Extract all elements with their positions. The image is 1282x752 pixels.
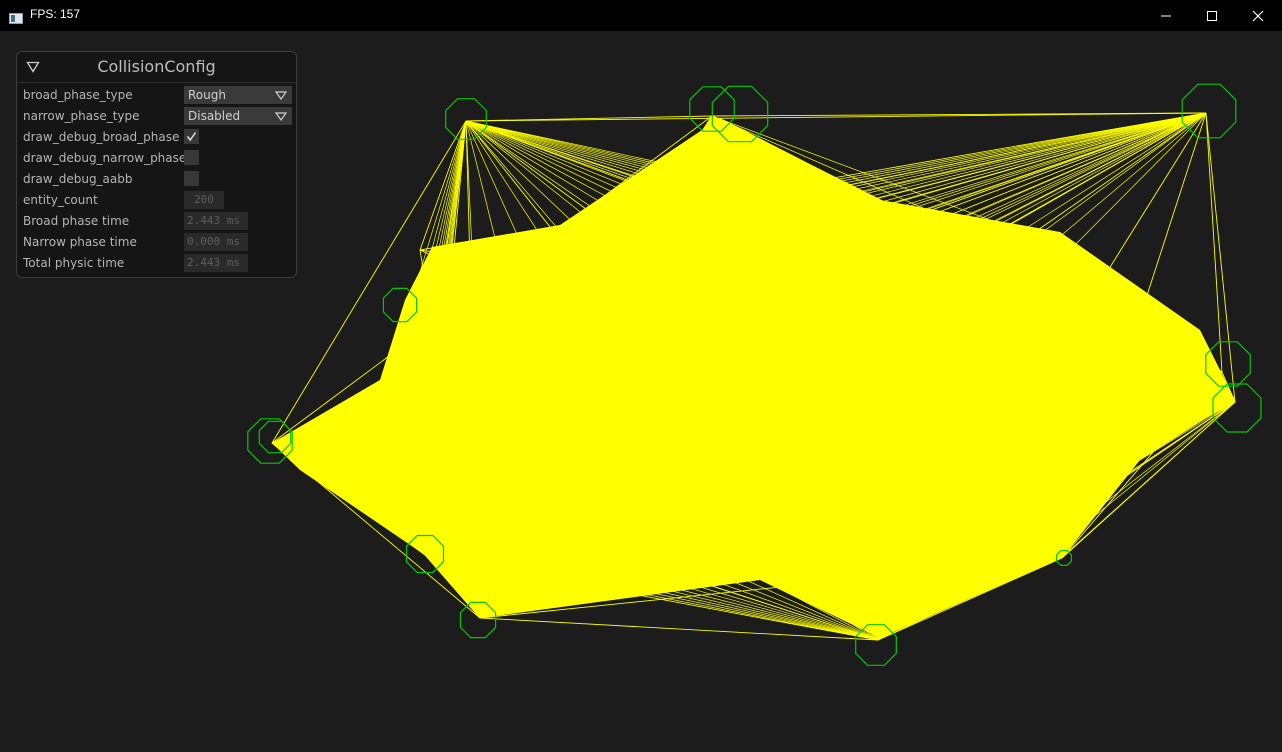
chevron-down-icon bbox=[275, 91, 287, 100]
entity-count-label: entity_count bbox=[23, 193, 98, 207]
narrow-phase-time-row: Narrow phase time 0.000 ms bbox=[23, 233, 293, 252]
entity-count-row: entity_count 200 bbox=[23, 191, 293, 210]
draw-debug-aabb-label: draw_debug_aabb bbox=[23, 172, 133, 186]
broad-phase-pair-line bbox=[1043, 112, 1207, 251]
broad-phase-type-label: broad_phase_type bbox=[23, 88, 133, 102]
broad-phase-pair-line bbox=[465, 112, 1207, 122]
narrow-phase-type-row: narrow_phase_type Disabled bbox=[23, 107, 293, 126]
narrow-phase-time-label: Narrow phase time bbox=[23, 235, 137, 249]
narrow-phase-type-label: narrow_phase_type bbox=[23, 109, 140, 123]
broad-phase-time-label: Broad phase time bbox=[23, 214, 130, 228]
broad-phase-time-row: Broad phase time 2.443 ms bbox=[23, 212, 293, 231]
checkmark-icon bbox=[186, 132, 197, 142]
broad-phase-type-select[interactable]: Rough bbox=[184, 86, 292, 104]
total-physic-time-label: Total physic time bbox=[23, 256, 125, 270]
narrow-phase-type-select[interactable]: Disabled bbox=[184, 107, 292, 125]
draw-debug-broad-phase-checkbox[interactable] bbox=[184, 129, 199, 144]
narrow-phase-time-field: 0.000 ms bbox=[184, 233, 248, 251]
draw-debug-broad-phase-label: draw_debug_broad_phase bbox=[23, 130, 180, 144]
maximize-button[interactable] bbox=[1189, 0, 1235, 31]
draw-debug-aabb-checkbox[interactable] bbox=[184, 171, 199, 186]
title-bar: FPS: 157 bbox=[0, 0, 1282, 31]
draw-debug-broad-phase-row: draw_debug_broad_phase bbox=[23, 128, 293, 147]
broad-phase-pair-line bbox=[465, 120, 525, 251]
draw-debug-narrow-phase-row: draw_debug_narrow_phase bbox=[23, 149, 293, 168]
broad-phase-type-value: Rough bbox=[188, 88, 226, 102]
draw-debug-narrow-phase-label: draw_debug_narrow_phase bbox=[23, 151, 187, 165]
broad-phase-pair-line bbox=[1205, 112, 1223, 373]
panel-header[interactable]: CollisionConfig bbox=[17, 52, 296, 83]
maximize-icon bbox=[1207, 11, 1217, 21]
draw-debug-aabb-row: draw_debug_aabb bbox=[23, 170, 293, 189]
broad-phase-type-row: broad_phase_type Rough bbox=[23, 86, 293, 105]
minimize-icon bbox=[1161, 15, 1171, 17]
chevron-down-icon bbox=[275, 112, 287, 121]
close-icon bbox=[1252, 10, 1264, 22]
narrow-phase-type-value: Disabled bbox=[188, 109, 241, 123]
close-button[interactable] bbox=[1235, 0, 1281, 31]
minimize-button[interactable] bbox=[1143, 0, 1189, 31]
total-physic-time-row: Total physic time 2.443 ms bbox=[23, 254, 293, 273]
entity-outline bbox=[1181, 83, 1237, 139]
total-physic-time-field: 2.443 ms bbox=[184, 254, 248, 272]
app-window-icon bbox=[9, 9, 23, 24]
window-title: FPS: 157 bbox=[30, 7, 81, 21]
draw-debug-narrow-phase-checkbox[interactable] bbox=[184, 150, 199, 165]
collision-config-panel[interactable]: CollisionConfig broad_phase_type Rough n… bbox=[16, 51, 297, 278]
broad-phase-pair-line bbox=[913, 112, 1207, 251]
broad-phase-time-field: 2.443 ms bbox=[184, 212, 248, 230]
entity-count-field[interactable]: 200 bbox=[184, 191, 224, 209]
panel-title: CollisionConfig bbox=[97, 57, 216, 76]
